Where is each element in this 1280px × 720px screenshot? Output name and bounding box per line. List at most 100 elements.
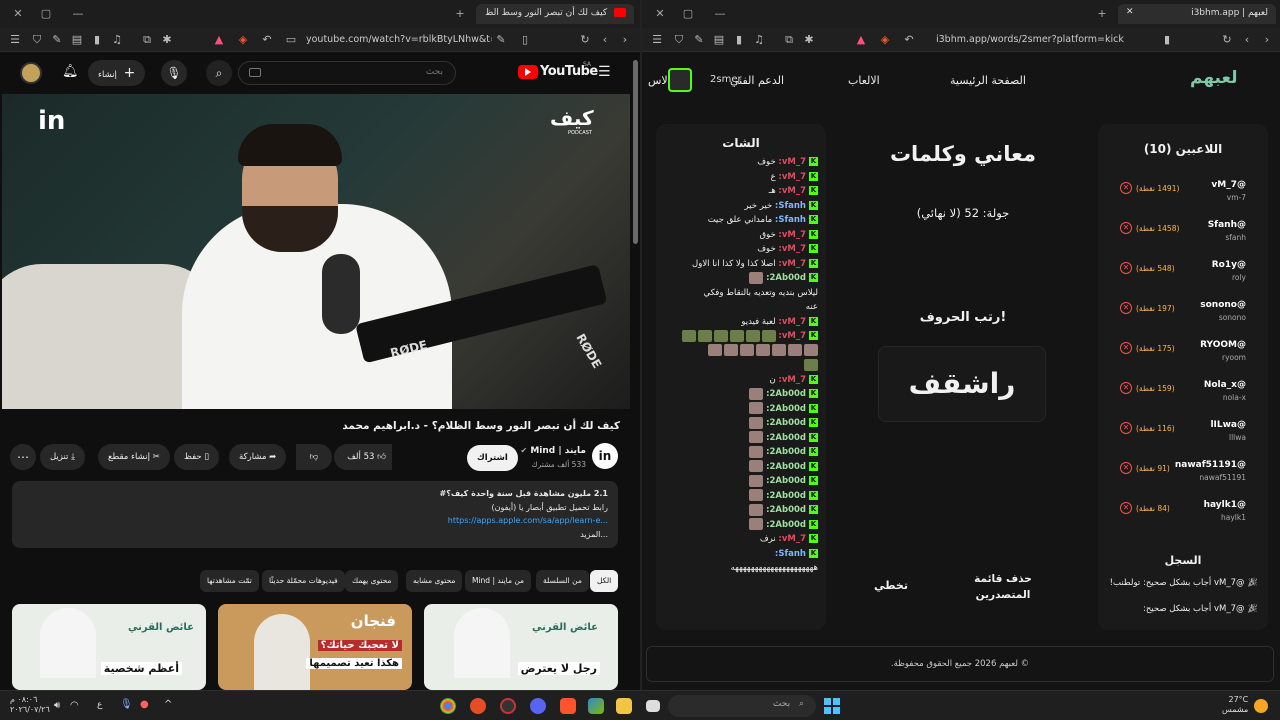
chip-recent[interactable]: فيديوهات محمّلة حديثًا: [262, 570, 345, 592]
skip-button[interactable]: تخطي: [866, 579, 916, 592]
notifications-bell-icon[interactable]: 🔔︎: [62, 64, 79, 79]
chip-all[interactable]: الكل: [590, 570, 619, 592]
nav-games[interactable]: الالعاب: [848, 74, 880, 87]
description-more[interactable]: ...المزيد: [22, 528, 608, 542]
share-icon[interactable]: ↶: [902, 33, 916, 47]
firefox-app-icon[interactable]: [470, 698, 486, 714]
chat-username[interactable]: 2Ab00d:: [766, 491, 806, 501]
screenshot-icon[interactable]: ⧉: [782, 33, 796, 47]
share-icon[interactable]: ↶: [260, 33, 274, 47]
weather-widget[interactable]: 27°C مشمس: [1222, 695, 1248, 715]
clock[interactable]: ٠٨:٠٦ م ٢٠٢٦/٠٧/٢٦: [10, 695, 50, 715]
reload-icon[interactable]: ↻: [1220, 33, 1234, 47]
chat-username[interactable]: vM_7:: [778, 534, 806, 544]
chat-username[interactable]: vM_7:: [778, 186, 806, 196]
close-tab-icon[interactable]: ✕: [1126, 7, 1134, 17]
music-icon[interactable]: ♫: [110, 33, 124, 47]
chat-username[interactable]: vM_7:: [778, 244, 806, 254]
remove-player-icon[interactable]: ✕: [1120, 342, 1132, 354]
nav-home[interactable]: الصفحة الرئيسية: [950, 74, 1026, 87]
avatar[interactable]: [20, 62, 42, 84]
create-button[interactable]: + إنشاء: [88, 60, 146, 86]
back-icon[interactable]: ‹: [598, 33, 612, 47]
voice-search-icon[interactable]: 🎙︎: [161, 60, 187, 86]
chip-similar[interactable]: محتوى مشابه: [406, 570, 463, 592]
chat-username[interactable]: vM_7:: [778, 375, 806, 385]
menu-icon[interactable]: ☰: [650, 33, 664, 47]
more-actions-icon[interactable]: ⋯: [10, 444, 36, 470]
site-logo[interactable]: لعبهم: [1190, 68, 1237, 88]
chat-username[interactable]: 2Ab00d:: [766, 476, 806, 486]
puzzle-icon[interactable]: ✱: [802, 33, 816, 47]
download-button[interactable]: ⤓ تنزيل: [40, 444, 85, 470]
chat-username[interactable]: vM_7:: [778, 331, 806, 341]
extension-icon[interactable]: ✎: [692, 33, 706, 47]
remove-player-icon[interactable]: ✕: [1120, 222, 1132, 234]
address-bar[interactable]: i3bhm.app/words/2smer?platform=kick: [936, 31, 1126, 49]
chat-username[interactable]: Sfanh:: [775, 549, 806, 559]
chip-watched[interactable]: تمّت مشاهدتها: [200, 570, 259, 592]
video-description[interactable]: 2.1 مليون مشاهدة قبل سنة واحدة كيف؟# راب…: [12, 481, 618, 548]
remove-player-icon[interactable]: ✕: [1120, 502, 1132, 514]
bookmark-icon[interactable]: ▯: [518, 33, 532, 47]
remove-player-icon[interactable]: ✕: [1120, 262, 1132, 274]
search-input[interactable]: بحث: [238, 61, 456, 85]
site-info-icon[interactable]: ▭: [284, 33, 298, 47]
remove-player-icon[interactable]: ✕: [1120, 462, 1132, 474]
chat-username[interactable]: 2Ab00d:: [766, 418, 806, 428]
brave-shield-icon[interactable]: ◈: [236, 33, 250, 47]
chat-username[interactable]: 2Ab00d:: [766, 520, 806, 530]
shield-icon[interactable]: ⛉: [30, 33, 44, 47]
obs-app-icon[interactable]: [500, 698, 516, 714]
remove-player-icon[interactable]: ✕: [1120, 382, 1132, 394]
channel-avatar[interactable]: in: [592, 443, 618, 469]
minimize-window-icon[interactable]: —: [70, 6, 86, 22]
chat-username[interactable]: Sfanh:: [775, 201, 806, 211]
chat-username[interactable]: 2Ab00d:: [766, 505, 806, 515]
dislike-button[interactable]: 👎︎: [296, 444, 332, 470]
close-window-icon[interactable]: ✕: [652, 6, 668, 22]
chip-from-channel[interactable]: من مايند | Mind: [465, 570, 532, 592]
wifi-icon[interactable]: ◠: [70, 700, 79, 711]
menu-icon[interactable]: ☰: [8, 33, 22, 47]
search-icon[interactable]: ⌕: [206, 60, 232, 86]
music-icon[interactable]: ♫: [752, 33, 766, 47]
microphone-icon[interactable]: 🎙︎: [120, 699, 133, 710]
thumbnail-3[interactable]: عائض القرني أعظم شخصية: [12, 604, 206, 690]
reader-icon[interactable]: ▮: [732, 33, 746, 47]
chat-username[interactable]: 2Ab00d:: [766, 273, 806, 283]
forward-icon[interactable]: ›: [618, 33, 632, 47]
tab-youtube[interactable]: كيف لك أن تبصر النور وسط الظ: [476, 4, 634, 24]
chat-username[interactable]: 2Ab00d:: [766, 404, 806, 414]
hamburger-menu-icon[interactable]: ☰: [598, 64, 611, 80]
edit-url-icon[interactable]: ✎: [494, 33, 508, 47]
description-link[interactable]: https://apps.apple.com/sa/app/learn-e...: [22, 514, 608, 528]
chip-for-you[interactable]: محتوى يهمك: [345, 570, 399, 592]
windows-start-icon[interactable]: [824, 698, 840, 714]
chip-series[interactable]: من السلسلة: [536, 570, 589, 592]
remove-player-icon[interactable]: ✕: [1120, 182, 1132, 194]
subscribe-button[interactable]: اشتراك: [467, 445, 518, 471]
chat-username[interactable]: Sfanh:: [775, 215, 806, 225]
shield-icon[interactable]: ⛉: [672, 33, 686, 47]
new-tab-icon[interactable]: +: [1094, 6, 1110, 22]
tray-expand-icon[interactable]: ^: [164, 699, 172, 710]
language-indicator[interactable]: ع: [97, 700, 102, 710]
chrome-app-icon[interactable]: [440, 698, 456, 714]
thumbnail-2[interactable]: فنجان لا تعجبك حياتك؟ هكذا تعيد تصميمها: [218, 604, 412, 690]
chat-username[interactable]: vM_7:: [778, 317, 806, 327]
clip-button[interactable]: ✂ إنشاء مقطع: [98, 444, 170, 470]
remove-player-icon[interactable]: ✕: [1120, 302, 1132, 314]
puzzle-icon[interactable]: ✱: [160, 33, 174, 47]
chat-username[interactable]: 2Ab00d:: [766, 447, 806, 457]
thumbnail-1[interactable]: عائض القرني رجل لا يعترض: [424, 604, 618, 690]
channel-name[interactable]: مايند | Mind ✔: [521, 446, 587, 456]
like-button[interactable]: 👍︎ 53 ألف: [334, 444, 392, 470]
save-button[interactable]: ▯ حفظ: [174, 444, 220, 470]
brave-shield-icon[interactable]: ◈: [878, 33, 892, 47]
youtube-logo-icon[interactable]: [518, 65, 538, 79]
page-scrollbar[interactable]: [633, 60, 638, 244]
clear-leaderboard-button[interactable]: حذف قائمة المتصدرين: [958, 571, 1048, 603]
tab-i3bhm[interactable]: لعبهم | i3bhm.app ✕: [1118, 4, 1276, 24]
brave-app-icon[interactable]: [560, 698, 576, 714]
